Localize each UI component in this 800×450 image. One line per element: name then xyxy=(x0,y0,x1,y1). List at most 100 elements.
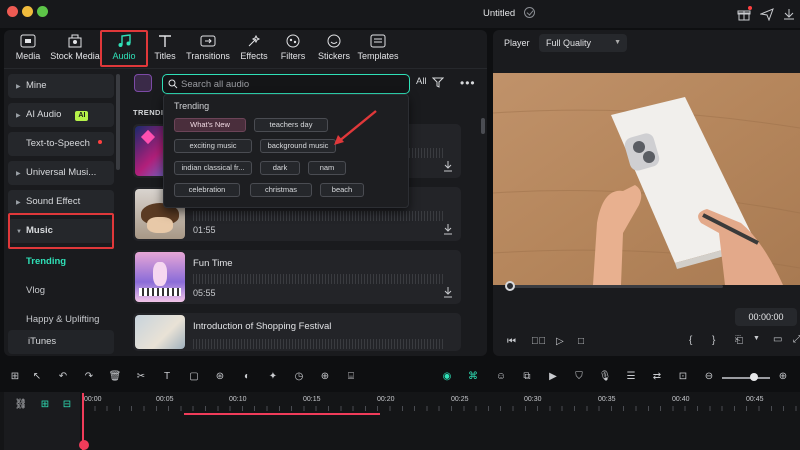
fit-icon[interactable]: ⊡ xyxy=(676,370,690,384)
maximize-window-button[interactable] xyxy=(37,6,48,17)
ai-copilot-icon[interactable]: ◉ xyxy=(440,370,454,384)
chip-celebration[interactable]: celebration xyxy=(174,183,240,197)
sidebar-item-mine[interactable]: ▶ Mine xyxy=(8,74,114,98)
track-settings-icon[interactable]: ⊟ xyxy=(60,398,74,412)
layout-icon[interactable]: ⊞ xyxy=(8,370,22,384)
tab-transitions[interactable]: Transitions xyxy=(184,30,232,66)
replace-icon[interactable]: ⇄ xyxy=(650,370,664,384)
select-icon[interactable]: ↖ xyxy=(30,370,44,384)
play-icon[interactable]: ▷ xyxy=(556,336,564,347)
link-icon[interactable]: ⛓ xyxy=(14,398,28,412)
stabilize-icon[interactable]: ⊕ xyxy=(318,370,332,384)
sidebar-item-universal-music[interactable]: ▶ Universal Musi... xyxy=(8,161,114,185)
zoom-handle[interactable] xyxy=(750,373,758,381)
zoom-slider[interactable] xyxy=(722,377,770,379)
mask-icon[interactable]: ◐ xyxy=(240,370,254,384)
title-bar: Untitled xyxy=(0,0,800,28)
chip-teachers-day[interactable]: teachers day xyxy=(254,118,328,132)
chip-nam[interactable]: nam xyxy=(308,161,346,175)
search-field[interactable] xyxy=(162,74,410,94)
download-icon[interactable] xyxy=(443,286,453,298)
list-scrollbar[interactable] xyxy=(481,118,485,134)
music-note-icon xyxy=(118,34,131,47)
tab-stock-media[interactable]: Stock Media xyxy=(50,30,100,66)
sidebar-subitem-trending[interactable]: Trending xyxy=(26,256,66,267)
tab-effects[interactable]: Effects xyxy=(236,30,272,66)
chip-indian-classical[interactable]: indian classical fr... xyxy=(174,161,252,175)
filter-dropdown[interactable]: All xyxy=(416,76,450,92)
chevron-down-icon[interactable]: ▼ xyxy=(753,335,760,342)
speed-icon[interactable]: ◷ xyxy=(292,370,306,384)
mark-out-icon[interactable]: } xyxy=(712,335,715,346)
redo-icon[interactable]: ↷ xyxy=(82,370,96,384)
zoom-out-icon[interactable]: ⊖ xyxy=(702,370,716,384)
download-icon[interactable] xyxy=(443,160,453,172)
sticker-tool-icon[interactable]: ☺ xyxy=(494,370,508,384)
chip-beach[interactable]: beach xyxy=(320,183,364,197)
filters-icon xyxy=(286,34,300,48)
snapshot-icon[interactable]: ⎗ xyxy=(735,335,743,346)
zoom-in-icon[interactable]: ⊕ xyxy=(776,370,790,384)
track-thumbnail xyxy=(135,315,185,349)
tab-filters[interactable]: Filters xyxy=(276,30,310,66)
playback-scrubber[interactable] xyxy=(509,285,723,288)
download-icon[interactable] xyxy=(443,223,453,235)
undo-icon[interactable]: ↶ xyxy=(56,370,70,384)
sidebar-item-text-to-speech[interactable]: Text-to-Speech xyxy=(8,132,114,156)
tab-label: Transitions xyxy=(186,51,230,61)
tab-titles[interactable]: Titles xyxy=(150,30,180,66)
sidebar-subitem-happy-uplifting[interactable]: Happy & Uplifting xyxy=(26,314,99,325)
microphone-icon[interactable]: 🎙 xyxy=(598,370,612,384)
text-icon[interactable]: T xyxy=(160,370,174,384)
auto-reframe-icon[interactable]: ⧉ xyxy=(520,370,534,384)
crop-icon[interactable]: ▢ xyxy=(187,370,201,384)
tab-templates[interactable]: Templates xyxy=(356,30,400,66)
sidebar-item-itunes[interactable]: iTunes xyxy=(8,330,114,354)
chip-whats-new[interactable]: What's New xyxy=(174,118,246,132)
ruler-label: 00:45 xyxy=(746,396,764,403)
tab-stickers[interactable]: Stickers xyxy=(314,30,354,66)
sidebar-item-ai-audio[interactable]: ▶ AI Audio AI xyxy=(8,103,114,127)
list-item[interactable]: Introduction of Shopping Festival xyxy=(133,313,461,351)
snap-icon[interactable]: ⌘ xyxy=(466,370,480,384)
video-preview[interactable] xyxy=(493,73,800,285)
delete-icon[interactable]: 🗑 xyxy=(108,370,122,384)
playhead-handle[interactable] xyxy=(79,440,89,450)
cut-icon[interactable]: ✂ xyxy=(134,370,148,384)
mark-in-icon[interactable]: { xyxy=(689,335,692,346)
caret-right-icon: ▶ xyxy=(16,200,21,206)
color-icon[interactable]: ⊛ xyxy=(213,370,227,384)
list-item[interactable]: Fun Time 05:55 xyxy=(133,250,461,304)
tab-media[interactable]: Media xyxy=(10,30,46,66)
send-icon[interactable] xyxy=(759,7,774,22)
track-duration: 01:55 xyxy=(193,225,216,235)
sidebar-subitem-vlog[interactable]: Vlog xyxy=(26,285,45,296)
translate-icon[interactable]: ⌸ xyxy=(344,370,358,384)
more-options-icon[interactable]: ••• xyxy=(460,76,476,90)
chip-exciting-music[interactable]: exciting music xyxy=(174,139,252,153)
chip-dark[interactable]: dark xyxy=(260,161,300,175)
stop-icon[interactable]: □ xyxy=(578,336,584,347)
prev-frame-icon[interactable]: ⏮ xyxy=(507,336,516,347)
close-window-button[interactable] xyxy=(7,6,18,17)
download-icon[interactable] xyxy=(782,7,796,21)
monitor-icon[interactable]: ▭ xyxy=(773,334,782,345)
minimize-window-button[interactable] xyxy=(22,6,33,17)
chip-christmas[interactable]: christmas xyxy=(250,183,312,197)
fullscreen-icon[interactable]: ⤢ xyxy=(793,334,800,345)
audio-clip-icon[interactable] xyxy=(134,74,152,92)
play-circle-icon[interactable]: ▶ xyxy=(546,370,560,384)
sidebar-scrollbar[interactable] xyxy=(116,74,120,170)
sidebar-item-sound-effect[interactable]: ▶ Sound Effect xyxy=(8,190,114,214)
scrubber-handle[interactable] xyxy=(505,281,515,291)
search-input[interactable] xyxy=(181,77,401,91)
list-icon[interactable]: ☰ xyxy=(624,370,638,384)
add-track-icon[interactable]: ⊞ xyxy=(38,398,52,412)
quality-dropdown[interactable]: Full Quality ▼ xyxy=(539,34,627,52)
chip-background-music[interactable]: background music xyxy=(260,139,336,153)
step-back-icon[interactable]: ▷⃒ xyxy=(531,336,546,347)
shield-icon[interactable]: ⛉ xyxy=(572,370,586,384)
tab-audio[interactable]: Audio xyxy=(104,30,144,66)
ai-tool-icon[interactable]: ✦ xyxy=(266,370,280,384)
sidebar-item-music[interactable]: ▼ Music xyxy=(8,219,114,243)
